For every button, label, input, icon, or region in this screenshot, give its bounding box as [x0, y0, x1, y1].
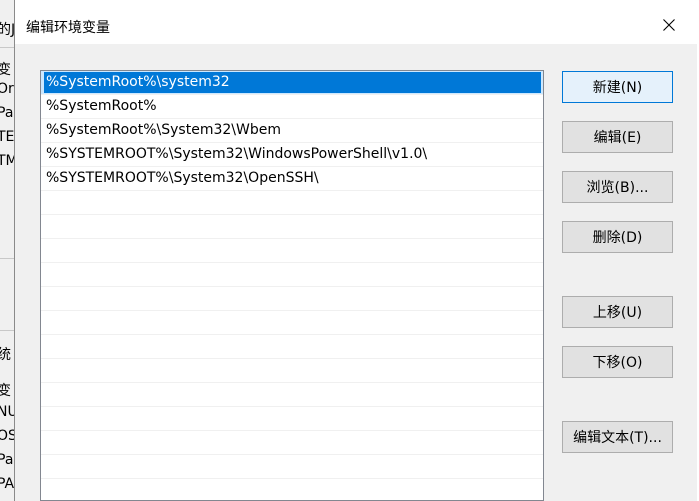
close-icon — [663, 19, 675, 31]
background-text: 统 — [0, 347, 11, 363]
list-item[interactable]: %SystemRoot%\System32\Wbem — [41, 119, 543, 143]
list-item[interactable]: %SystemRoot% — [41, 95, 543, 119]
empty-row[interactable] — [41, 263, 543, 287]
list-item-text: %SYSTEMROOT%\System32\OpenSSH\ — [46, 170, 319, 186]
list-item[interactable]: %SystemRoot%\system32 — [41, 71, 543, 95]
background-text: PA — [0, 476, 15, 492]
title-bar[interactable]: 编辑环境变量 — [15, 0, 699, 44]
new-button[interactable]: 新建(N) — [562, 71, 673, 103]
delete-button[interactable]: 删除(D) — [562, 221, 673, 253]
empty-row[interactable] — [41, 359, 543, 383]
dialog-title: 编辑环境变量 — [26, 20, 110, 36]
empty-row[interactable] — [41, 479, 543, 500]
list-item-text: %SystemRoot% — [46, 98, 157, 114]
edit-button[interactable]: 编辑(E) — [562, 121, 673, 153]
background-text: Pa — [0, 105, 14, 121]
close-button[interactable] — [647, 9, 691, 41]
edit-env-var-dialog: 编辑环境变量 %SystemRoot%\system32 %SystemRoot… — [14, 0, 699, 501]
edit-text-button[interactable]: 编辑文本(T)... — [562, 421, 673, 453]
browse-button[interactable]: 浏览(B)... — [562, 171, 673, 203]
empty-row[interactable] — [41, 287, 543, 311]
list-item[interactable]: %SYSTEMROOT%\System32\WindowsPowerShell\… — [41, 143, 543, 167]
path-list[interactable]: %SystemRoot%\system32 %SystemRoot% %Syst… — [40, 70, 544, 501]
list-item[interactable]: %SYSTEMROOT%\System32\OpenSSH\ — [41, 167, 543, 191]
move-up-button[interactable]: 上移(U) — [562, 296, 673, 328]
background-text: Pa — [0, 452, 14, 468]
empty-row[interactable] — [41, 383, 543, 407]
background-text: TE — [0, 129, 15, 145]
list-item-text: %SYSTEMROOT%\System32\WindowsPowerShell\… — [46, 146, 428, 162]
list-item-text: %SystemRoot%\system32 — [46, 74, 230, 90]
empty-row[interactable] — [41, 239, 543, 263]
empty-row[interactable] — [41, 191, 543, 215]
background-text: 的J — [0, 22, 15, 38]
empty-row[interactable] — [41, 431, 543, 455]
empty-row[interactable] — [41, 215, 543, 239]
empty-row[interactable] — [41, 311, 543, 335]
move-down-button[interactable]: 下移(O) — [562, 346, 673, 378]
list-item-text: %SystemRoot%\System32\Wbem — [46, 122, 281, 138]
background-text: 变 — [0, 62, 11, 78]
background-text: Or — [0, 81, 14, 97]
empty-row[interactable] — [41, 335, 543, 359]
empty-row[interactable] — [41, 455, 543, 479]
background-text: 变 — [0, 383, 11, 399]
empty-row[interactable] — [41, 407, 543, 431]
